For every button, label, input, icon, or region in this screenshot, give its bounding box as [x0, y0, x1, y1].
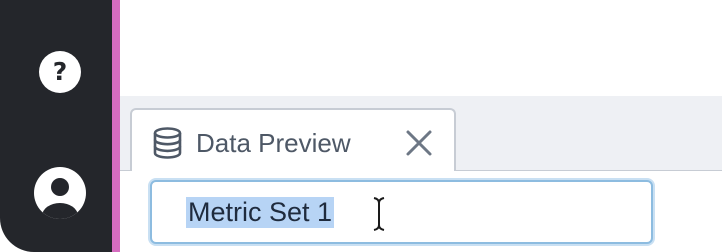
help-glyph: ? — [52, 57, 68, 86]
text-cursor-icon — [373, 197, 385, 231]
help-icon[interactable]: ? — [39, 51, 81, 93]
sidebar-accent-bar — [112, 0, 120, 252]
close-icon[interactable] — [405, 129, 433, 157]
left-sidebar: ? — [0, 0, 112, 252]
name-input[interactable]: Metric Set 1 — [150, 180, 653, 244]
tab-label: Data Preview — [196, 128, 351, 158]
main-area: Data Preview Metric Set 1 — [120, 0, 722, 252]
name-input-value[interactable]: Metric Set 1 — [186, 197, 335, 228]
user-account-icon[interactable] — [32, 165, 88, 221]
editor-content: Metric Set 1 — [120, 171, 722, 252]
tab-data-preview[interactable]: Data Preview — [130, 108, 456, 171]
database-icon — [153, 127, 182, 159]
